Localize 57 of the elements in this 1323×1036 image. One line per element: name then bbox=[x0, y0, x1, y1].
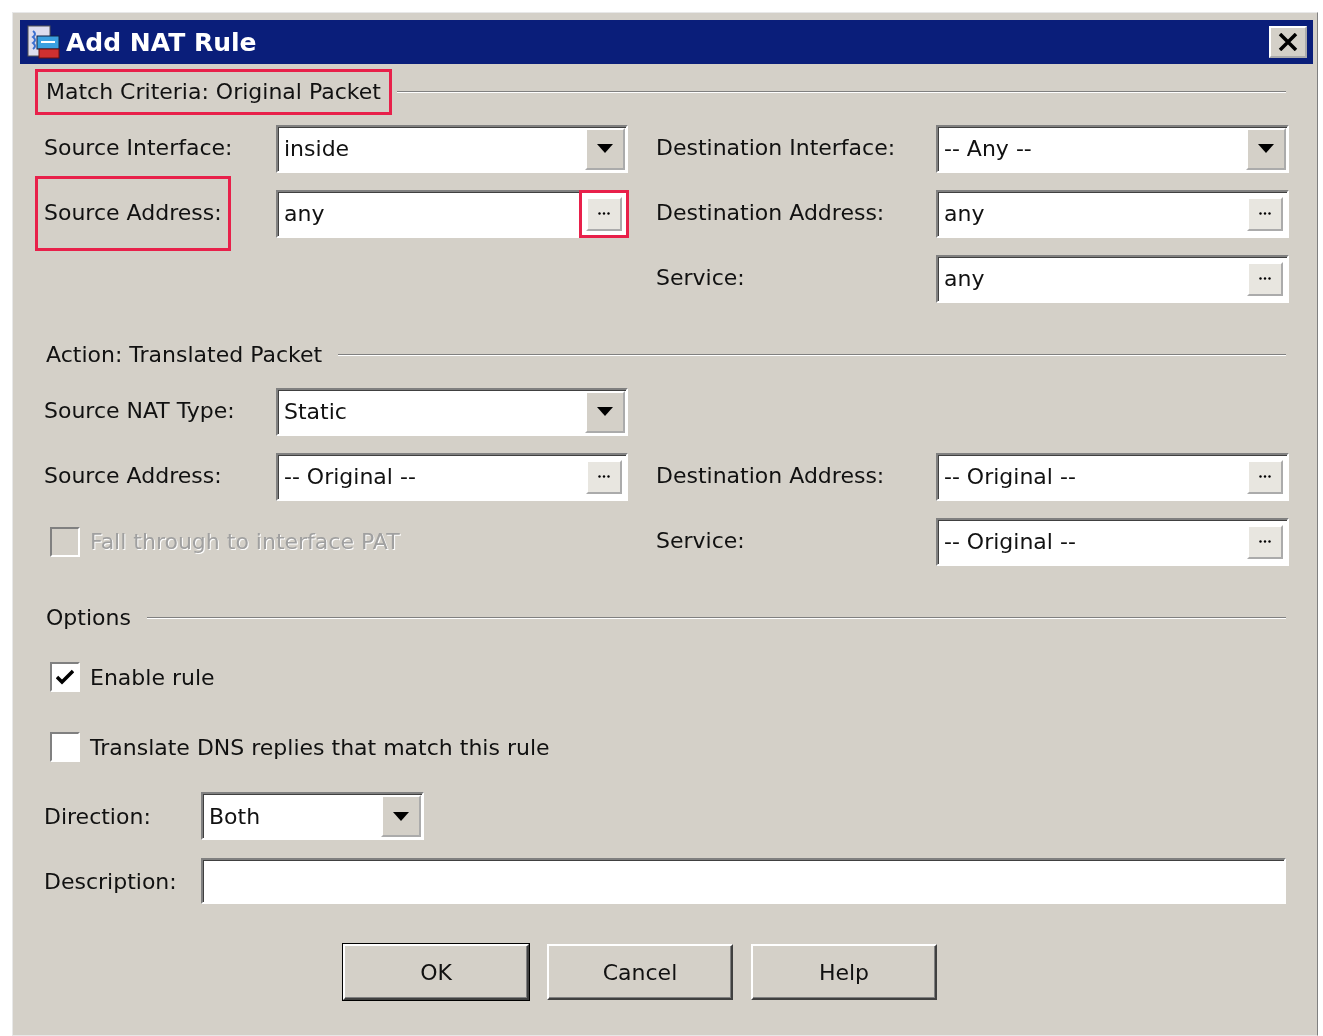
dropdown[interactable]: Both bbox=[201, 792, 424, 840]
ellipsis-icon bbox=[1259, 277, 1271, 280]
input-field[interactable]: -- Original -- bbox=[936, 517, 1289, 566]
input-field[interactable]: -- Original -- bbox=[936, 452, 1289, 501]
dropdown-arrow-icon bbox=[393, 811, 409, 821]
dropdown-arrow-icon bbox=[1258, 144, 1274, 153]
field-label: Source NAT Type: bbox=[44, 397, 235, 426]
dropdown-arrow-icon bbox=[597, 144, 613, 153]
dialog-button[interactable]: OK bbox=[343, 944, 529, 1000]
input-field[interactable]: any bbox=[936, 254, 1289, 303]
dropdown-button[interactable] bbox=[381, 795, 421, 837]
ellipsis-icon bbox=[598, 475, 610, 478]
ellipsis-icon bbox=[598, 212, 610, 215]
dropdown-button[interactable] bbox=[1246, 127, 1286, 170]
dropdown-button[interactable] bbox=[585, 390, 625, 433]
dialog-button[interactable]: Cancel bbox=[547, 944, 733, 1000]
field-label: Source Address: bbox=[44, 199, 222, 228]
field-label: Direction: bbox=[44, 803, 152, 829]
field-label: Service: bbox=[656, 264, 745, 293]
dropdown-arrow-icon bbox=[597, 407, 613, 416]
browse-button[interactable] bbox=[1247, 524, 1283, 559]
input-field[interactable]: any bbox=[276, 189, 628, 238]
field-label: Description: bbox=[44, 868, 178, 894]
field-label: Destination Interface: bbox=[656, 134, 896, 163]
browse-button[interactable] bbox=[586, 196, 622, 231]
section-title: Match Criteria: Original Packet bbox=[45, 77, 382, 106]
browse-button[interactable] bbox=[1247, 196, 1283, 231]
dropdown[interactable]: Static bbox=[276, 387, 628, 436]
dropdown[interactable]: inside bbox=[276, 124, 628, 173]
close-icon bbox=[1278, 33, 1298, 51]
dropdown[interactable]: -- Any -- bbox=[936, 124, 1289, 173]
field-label: Source Address: bbox=[44, 462, 222, 491]
browse-button[interactable] bbox=[586, 459, 622, 494]
section-title: Options bbox=[45, 603, 132, 632]
checkbox[interactable] bbox=[50, 662, 80, 692]
dialog-button[interactable]: Help bbox=[751, 944, 937, 1000]
browse-button[interactable] bbox=[1247, 261, 1283, 296]
ellipsis-icon bbox=[1259, 475, 1271, 478]
input-field[interactable] bbox=[200, 858, 1286, 904]
close-button[interactable] bbox=[1269, 26, 1307, 58]
checkbox[interactable] bbox=[50, 732, 80, 762]
ellipsis-icon bbox=[1259, 540, 1271, 543]
checkmark-icon bbox=[56, 669, 74, 685]
field-label: Service: bbox=[656, 527, 745, 556]
window-title: Add NAT Rule bbox=[66, 27, 258, 57]
browse-button[interactable] bbox=[1247, 459, 1283, 494]
section-title: Action: Translated Packet bbox=[45, 340, 324, 369]
ellipsis-icon bbox=[1259, 212, 1271, 215]
input-field[interactable]: any bbox=[936, 189, 1289, 238]
checkbox-label: Translate DNS replies that match this rule bbox=[90, 734, 550, 760]
app-icon bbox=[24, 23, 62, 61]
field-label: Destination Address: bbox=[656, 199, 885, 228]
dropdown-button[interactable] bbox=[585, 127, 625, 170]
field-label: Destination Address: bbox=[656, 462, 885, 491]
field-label: Source Interface: bbox=[44, 134, 233, 163]
input-field[interactable]: -- Original -- bbox=[276, 452, 628, 501]
checkbox-label: Enable rule bbox=[90, 664, 215, 690]
